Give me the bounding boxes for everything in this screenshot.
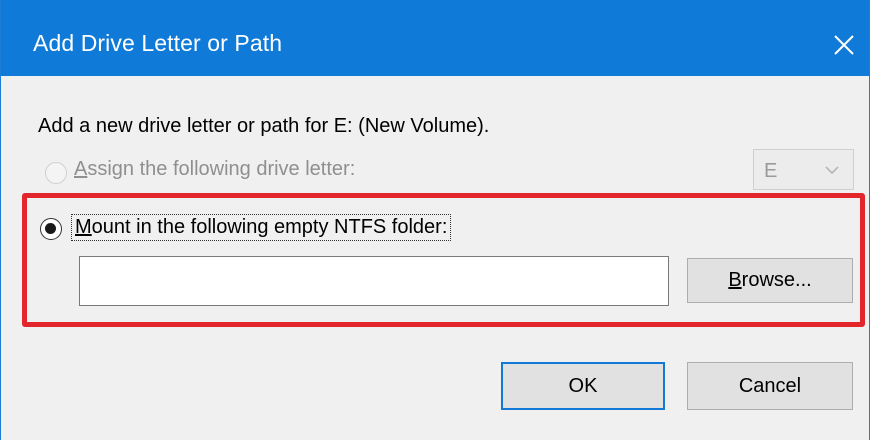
- radio-selected-dot: [45, 223, 56, 234]
- drive-letter-value: E: [764, 160, 778, 182]
- assign-drive-letter-label: Assign the following drive letter:: [74, 158, 356, 180]
- browse-button[interactable]: Browse...: [687, 258, 853, 303]
- close-button[interactable]: [821, 22, 867, 68]
- title-bar[interactable]: Add Drive Letter or Path: [1, 0, 869, 76]
- ok-button[interactable]: OK: [501, 362, 665, 410]
- dialog-title: Add Drive Letter or Path: [33, 30, 283, 56]
- dialog-description: Add a new drive letter or path for E: (N…: [38, 115, 490, 137]
- add-drive-letter-dialog: Add Drive Letter or Path Add a new drive…: [0, 0, 870, 440]
- folder-path-input[interactable]: [79, 256, 669, 306]
- mount-folder-radio[interactable]: [40, 218, 62, 240]
- close-icon: [834, 35, 854, 55]
- chevron-down-icon: [825, 166, 839, 175]
- cancel-button[interactable]: Cancel: [687, 362, 853, 410]
- mount-folder-label: Mount in the following empty NTFS folder…: [71, 214, 452, 241]
- assign-drive-letter-radio[interactable]: [45, 162, 67, 184]
- drive-letter-select[interactable]: E: [753, 149, 854, 190]
